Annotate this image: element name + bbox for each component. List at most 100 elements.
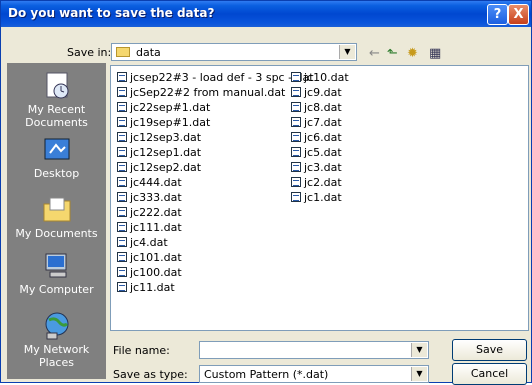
list-item[interactable]: jc7.dat [291,116,342,130]
file-icon [291,72,301,82]
window-title: Do you want to save the data? [8,6,215,20]
file-name: jc22sep#1.dat [130,101,211,114]
my-computer-icon [45,253,66,278]
file-name: jc333.dat [130,191,182,204]
file-icon [117,222,127,232]
file-name: jc3.dat [304,161,342,174]
save-button[interactable]: Save [452,339,527,361]
file-name: jcSep22#2 from manual.dat [130,86,286,99]
save-in-dropdown[interactable]: data ▼ [111,43,357,61]
list-item[interactable]: jc8.dat [291,101,342,115]
list-item[interactable]: jc444.dat [117,176,182,190]
save-in-label: Save in: [67,46,112,59]
file-name: jc6.dat [304,131,342,144]
list-item[interactable]: jcsep22#3 - load def - 3 spc -.dat [117,71,314,85]
list-item[interactable]: jc19sep#1.dat [117,116,210,130]
list-item[interactable]: jc4.dat [117,236,168,250]
file-name: jc19sep#1.dat [130,116,211,129]
help-button[interactable]: ? [487,4,508,25]
list-item[interactable]: jc12sep1.dat [117,146,201,160]
file-name: jc12sep1.dat [130,146,202,159]
list-item[interactable]: jc2.dat [291,176,342,190]
file-icon [117,117,127,127]
my-documents-icon [43,197,70,222]
file-name: jc2.dat [304,176,342,189]
new-folder-icon[interactable]: ✹ [407,46,418,61]
save-dialog: Do you want to save the data? ? X Save i… [0,0,532,385]
list-item[interactable]: jc12sep3.dat [117,131,201,145]
place-label: My Documents [15,227,98,240]
file-name: jc111.dat [130,221,182,234]
file-icon [117,147,127,157]
list-item[interactable]: jc101.dat [117,251,182,265]
file-name: jc12sep3.dat [130,131,202,144]
file-name: jc101.dat [130,251,182,264]
file-icon [117,132,127,142]
file-icon [291,132,301,142]
place-network[interactable]: My Network Places [7,311,106,369]
file-icon [291,117,301,127]
file-icon [117,102,127,112]
place-my-documents[interactable]: My Documents [7,195,106,240]
file-icon [117,72,127,82]
file-name: jc222.dat [130,206,182,219]
file-icon [291,177,301,187]
file-list[interactable]: jcsep22#3 - load def - 3 spc -.dat jcSep… [110,65,529,331]
save-as-type-value: Custom Pattern (*.dat) [204,368,329,381]
file-name: jc100.dat [130,266,182,279]
file-icon [117,162,127,172]
recent-documents-icon [46,72,68,99]
place-label: My Network Places [23,343,90,369]
list-item[interactable]: jc12sep2.dat [117,161,201,175]
list-item[interactable]: jc6.dat [291,131,342,145]
folder-icon [116,47,130,57]
save-as-type-dropdown[interactable]: Custom Pattern (*.dat) ▼ [199,365,429,383]
title-bar[interactable]: Do you want to save the data? ? X [1,1,531,27]
list-item[interactable]: jc9.dat [291,86,342,100]
list-item[interactable]: jc100.dat [117,266,182,280]
places-bar: My Recent Documents Desktop My Documents… [7,63,106,379]
close-button[interactable]: X [508,4,529,25]
file-icon [117,252,127,262]
place-label: My Computer [19,283,94,296]
list-item[interactable]: jcSep22#2 from manual.dat [117,86,285,100]
place-label: My Recent Documents [25,103,88,129]
chevron-down-icon[interactable]: ▼ [411,343,427,357]
views-icon[interactable]: ▦ [429,46,441,61]
file-icon [291,102,301,112]
file-name: jc1.dat [304,191,342,204]
list-item[interactable]: jc111.dat [117,221,182,235]
file-name: jc9.dat [304,86,342,99]
file-name-input[interactable]: ▼ [199,341,429,359]
cancel-button[interactable]: Cancel [452,363,527,385]
list-item[interactable]: jc10.dat [291,71,349,85]
file-icon [291,147,301,157]
file-name: jc10.dat [304,71,349,84]
list-item[interactable]: jc5.dat [291,146,342,160]
file-icon [291,87,301,97]
list-item[interactable]: jc11.dat [117,281,175,295]
file-name: jcsep22#3 - load def - 3 spc -.dat [130,71,314,84]
up-folder-icon[interactable]: ⬑ [387,46,398,61]
place-label: Desktop [33,167,80,180]
list-item[interactable]: jc333.dat [117,191,182,205]
chevron-down-icon[interactable]: ▼ [411,367,427,381]
back-icon[interactable]: ← [369,46,380,61]
file-name: jc4.dat [130,236,168,249]
desktop-icon [44,138,69,160]
file-name-label: File name: [113,344,170,357]
file-name: jc5.dat [304,146,342,159]
list-item[interactable]: jc222.dat [117,206,182,220]
list-item[interactable]: jc1.dat [291,191,342,205]
chevron-down-icon[interactable]: ▼ [339,45,355,59]
place-recent[interactable]: My Recent Documents [7,71,106,129]
list-item[interactable]: jc3.dat [291,161,342,175]
save-in-value: data [136,46,161,59]
file-name: jc12sep2.dat [130,161,202,174]
place-my-computer[interactable]: My Computer [7,251,106,296]
save-as-type-label: Save as type: [113,368,188,381]
file-name: jc11.dat [130,281,175,294]
place-desktop[interactable]: Desktop [7,135,106,180]
file-icon [117,207,127,217]
list-item[interactable]: jc22sep#1.dat [117,101,210,115]
